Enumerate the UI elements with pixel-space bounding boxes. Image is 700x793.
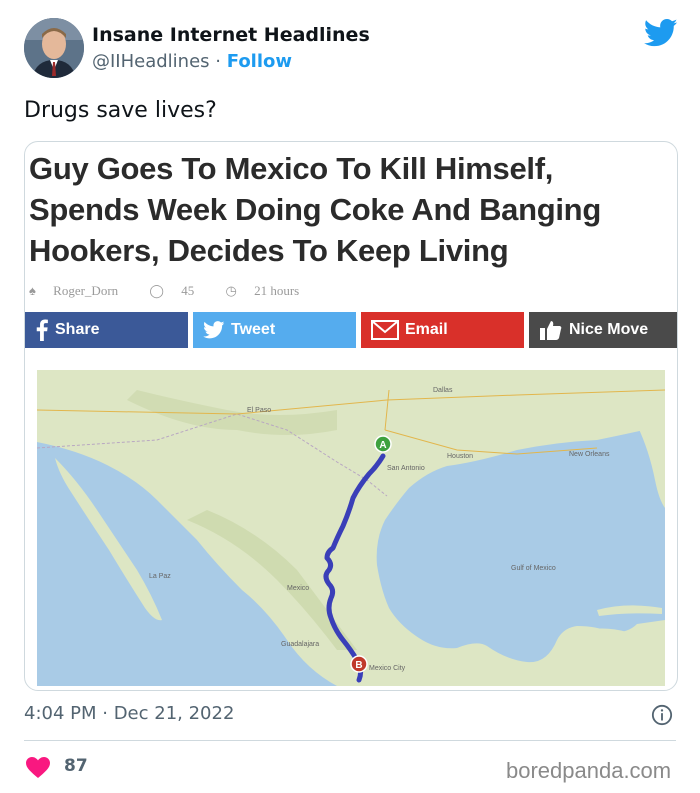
- avatar-image: [24, 18, 84, 78]
- route-map: A B El Paso Dallas San Antonio Houston M…: [37, 370, 665, 686]
- tweet-share-button: Tweet: [193, 312, 356, 348]
- watermark: boredpanda.com: [506, 758, 672, 783]
- start-marker-label: A: [379, 440, 386, 451]
- tweet-text: Drugs save lives?: [24, 98, 217, 123]
- thumbs-up-icon: [540, 321, 562, 340]
- article-headline: Guy Goes To Mexico To Kill Himself, Spen…: [29, 151, 601, 268]
- email-label: Email: [405, 321, 448, 338]
- user-icon: ♠: [29, 283, 36, 298]
- post-age: ◷ 21 hours: [225, 283, 313, 298]
- comment-value: 45: [181, 283, 195, 298]
- twitter-bird-icon[interactable]: [644, 18, 678, 48]
- map-label-mexico-city: Mexico City: [369, 665, 406, 672]
- display-name[interactable]: Insane Internet Headlines: [92, 24, 370, 46]
- end-marker-label: B: [355, 660, 362, 671]
- age-value: 21 hours: [254, 283, 300, 298]
- comment-icon: ◯: [149, 283, 164, 298]
- map-label-dallas: Dallas: [433, 387, 453, 394]
- map-label-la-paz: La Paz: [149, 573, 171, 580]
- map-label-el-paso: El Paso: [247, 407, 271, 414]
- nice-move-label: Nice Move: [569, 321, 649, 338]
- map-label-mexico: Mexico: [287, 585, 309, 592]
- author-name: Roger_Dorn: [53, 283, 119, 298]
- map-label-new-orleans: New Orleans: [569, 451, 610, 458]
- handle-line: @IIHeadlines · Follow: [92, 51, 292, 72]
- author: ♠ Roger_Dorn: [29, 283, 132, 298]
- like-count[interactable]: 87: [64, 756, 88, 776]
- comment-count: ◯ 45: [149, 283, 208, 298]
- end-marker: B: [350, 655, 368, 673]
- info-icon[interactable]: [651, 704, 673, 726]
- share-label: Share: [55, 321, 100, 338]
- facebook-icon: [36, 319, 48, 341]
- start-marker: A: [374, 435, 392, 453]
- nice-move-button: Nice Move: [529, 312, 677, 348]
- follow-link[interactable]: Follow: [227, 51, 292, 72]
- divider: [24, 740, 676, 741]
- tweet-media-card[interactable]: Guy Goes To Mexico To Kill Himself, Spen…: [24, 141, 678, 691]
- article-meta: ♠ Roger_Dorn ◯ 45 ◷ 21 hours: [29, 283, 327, 299]
- handle[interactable]: @IIHeadlines: [92, 51, 210, 72]
- clock-icon: ◷: [225, 283, 237, 298]
- map-label-guadalajara: Guadalajara: [281, 641, 319, 648]
- heart-icon[interactable]: [26, 757, 50, 779]
- tweet-timestamp[interactable]: 4:04 PM · Dec 21, 2022: [24, 703, 234, 724]
- email-button: Email: [361, 312, 524, 348]
- twitter-bird-small-icon: [203, 321, 225, 339]
- map-label-houston: Houston: [447, 453, 473, 460]
- tweet-label: Tweet: [231, 321, 276, 338]
- map-label-san-antonio: San Antonio: [387, 465, 425, 472]
- envelope-icon: [371, 320, 399, 340]
- map-label-gulf: Gulf of Mexico: [511, 565, 556, 572]
- avatar[interactable]: [24, 18, 84, 78]
- separator: ·: [215, 51, 222, 72]
- share-button: Share: [25, 312, 188, 348]
